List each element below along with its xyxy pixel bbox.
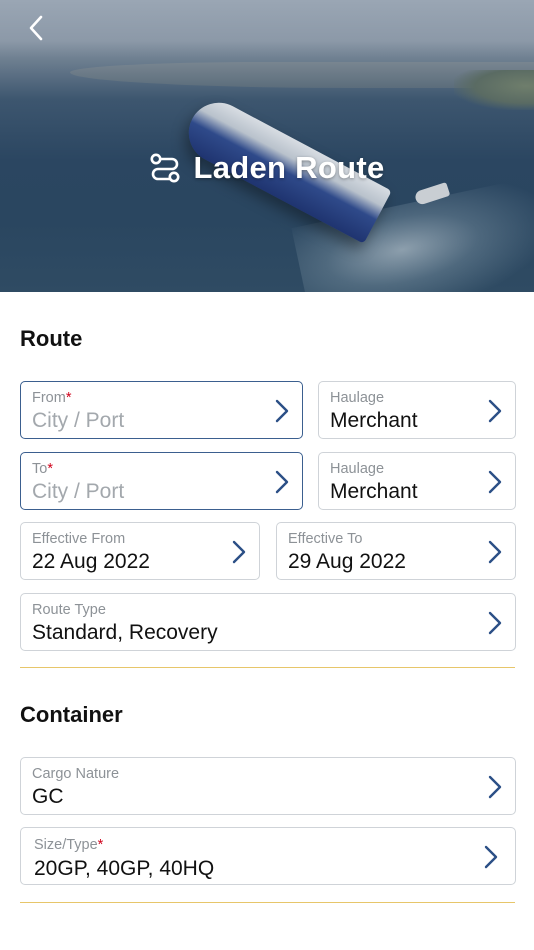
cargo-nature-field[interactable]: Cargo Nature GC: [20, 757, 516, 815]
effective-from-value: 22 Aug 2022: [32, 550, 150, 573]
hero-banner: Laden Route: [0, 0, 534, 292]
size-type-field[interactable]: Size/Type* 20GP, 40GP, 40HQ: [20, 827, 516, 885]
chevron-left-icon: [29, 15, 43, 41]
chevron-right-icon: [488, 775, 502, 799]
chevron-right-icon: [275, 399, 289, 423]
route-type-value: Standard, Recovery: [32, 621, 218, 644]
hero-coast: [454, 70, 534, 110]
chevron-right-icon: [488, 611, 502, 635]
chevron-right-icon: [275, 470, 289, 494]
page-title-text: Laden Route: [193, 150, 385, 185]
to-haulage-field[interactable]: Haulage Merchant: [318, 452, 516, 510]
chevron-right-icon: [232, 540, 246, 564]
section-divider: [20, 902, 515, 903]
to-label: To*: [32, 461, 53, 477]
to-haulage-value: Merchant: [330, 480, 418, 503]
route-section-title: Route: [20, 326, 83, 351]
from-placeholder: City / Port: [32, 409, 125, 432]
from-haulage-label: Haulage: [330, 390, 385, 406]
to-haulage-label: Haulage: [330, 461, 385, 477]
route-type-label: Route Type: [32, 602, 106, 618]
effective-from-label: Effective From: [32, 531, 126, 547]
chevron-right-icon: [484, 845, 498, 869]
back-button[interactable]: [20, 12, 52, 44]
chevron-right-icon: [488, 399, 502, 423]
size-type-label: Size/Type*: [34, 837, 104, 853]
page-title: Laden Route: [0, 150, 534, 186]
cargo-nature-label: Cargo Nature: [32, 766, 120, 782]
effective-to-label: Effective To: [288, 531, 363, 547]
from-field[interactable]: From* City / Port: [20, 381, 303, 439]
chevron-right-icon: [488, 470, 502, 494]
container-section-title: Container: [20, 702, 123, 727]
cargo-nature-value: GC: [32, 785, 64, 808]
size-type-value: 20GP, 40GP, 40HQ: [34, 857, 215, 880]
effective-to-value: 29 Aug 2022: [288, 550, 406, 573]
from-label: From*: [32, 390, 72, 406]
from-haulage-value: Merchant: [330, 409, 418, 432]
chevron-right-icon: [488, 540, 502, 564]
route-type-field[interactable]: Route Type Standard, Recovery: [20, 593, 516, 651]
section-divider: [20, 667, 515, 668]
effective-from-field[interactable]: Effective From 22 Aug 2022: [20, 522, 260, 580]
to-placeholder: City / Port: [32, 480, 125, 503]
route-icon: [150, 153, 180, 183]
from-haulage-field[interactable]: Haulage Merchant: [318, 381, 516, 439]
effective-to-field[interactable]: Effective To 29 Aug 2022: [276, 522, 516, 580]
to-field[interactable]: To* City / Port: [20, 452, 303, 510]
